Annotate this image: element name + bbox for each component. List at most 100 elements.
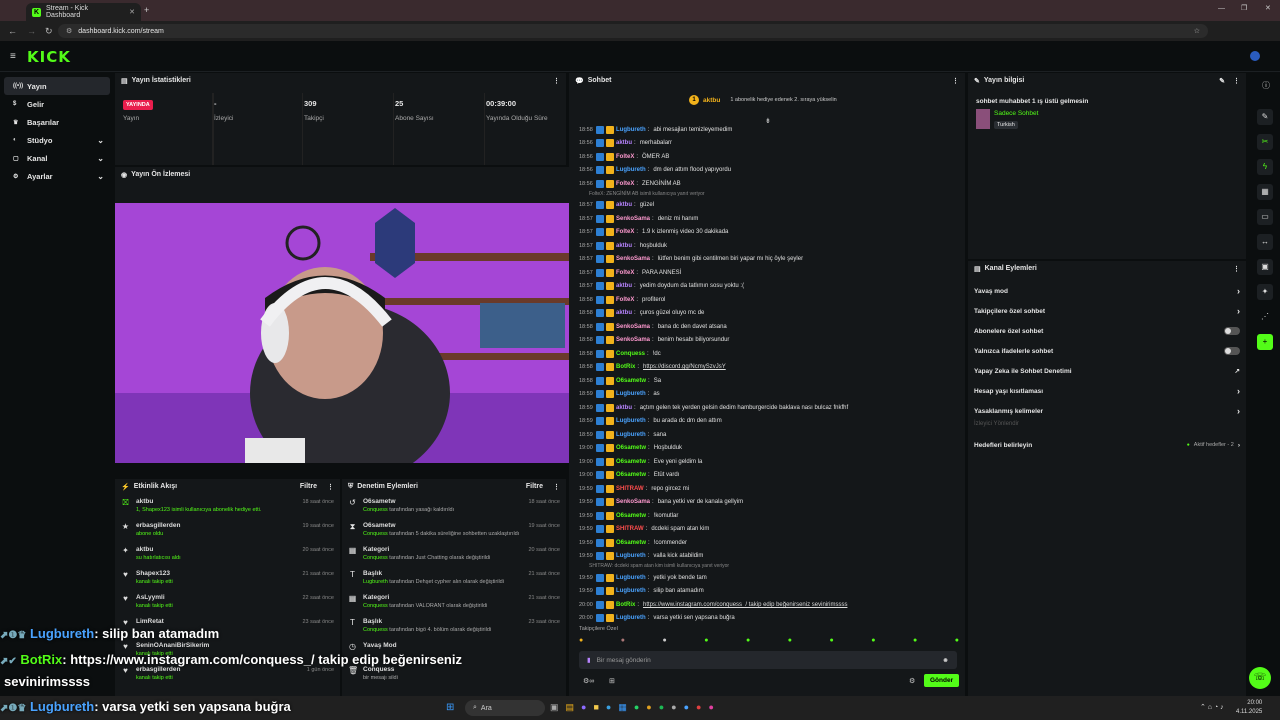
minimize-icon[interactable]: — bbox=[1218, 5, 1225, 12]
info-icon[interactable]: ⓘ bbox=[1262, 80, 1270, 91]
chat-username[interactable]: BotRix bbox=[616, 364, 635, 370]
send-button[interactable]: Gönder bbox=[924, 674, 960, 687]
chat-message[interactable]: 18:59 aktbu: açtım gelen tek yerden gelsin… bbox=[569, 401, 965, 415]
chat-username[interactable]: Lugbureth bbox=[616, 418, 646, 424]
chat-message[interactable]: 19:59 O6sametw: !commender bbox=[569, 536, 965, 550]
chat-message[interactable]: 19:59 SenkoSama: bana yetki ver de kanala … bbox=[569, 496, 965, 510]
chat-message[interactable]: 19:59 Lugbureth: silip ban atamadım bbox=[569, 585, 965, 599]
new-tab-icon[interactable]: + bbox=[144, 5, 149, 15]
channel-action-row[interactable]: Yavaş mod › bbox=[968, 281, 1246, 301]
rail-chat-icon[interactable]: ▭ bbox=[1257, 209, 1273, 225]
back-icon[interactable]: ← bbox=[8, 26, 17, 36]
more-icon[interactable]: ⋮ bbox=[553, 77, 560, 85]
toggle-switch[interactable] bbox=[1224, 327, 1240, 335]
support-chat-icon[interactable]: ☏ bbox=[1249, 667, 1271, 689]
chat-message[interactable]: 18:59 Lugbureth: sana bbox=[569, 428, 965, 442]
moderation-filter-button[interactable]: Filtre bbox=[526, 483, 543, 491]
chat-message[interactable]: 19:00 O6sametw: Eve yeni geldim la bbox=[569, 455, 965, 469]
activity-item[interactable]: ♥ Shapex123 kanalı takip etti 21 saat önce bbox=[115, 567, 340, 591]
chat-message[interactable]: 18:58 O6sametw: Sa bbox=[569, 374, 965, 388]
chat-message[interactable]: 18:57 FolteX:1.9 k izlenmiş video 30 daki… bbox=[569, 226, 965, 240]
url-field[interactable]: ⚙ dashboard.kick.com/stream ☆ bbox=[58, 24, 1208, 38]
emote-icon[interactable]: ● bbox=[788, 637, 792, 647]
chat-message[interactable]: 18:58 Conquess: !dc bbox=[569, 347, 965, 361]
browser-tab[interactable]: K Stream - Kick Dashboard ✕ bbox=[26, 3, 141, 21]
chat-message[interactable]: 18:57 FolteX: PARA ANNESİ bbox=[569, 266, 965, 280]
sidebar-item-5[interactable]: ⚙ Ayarlar ⌄ bbox=[4, 167, 110, 185]
chat-message[interactable]: 18:56 FolteX: ÖMER AB bbox=[569, 150, 965, 164]
chat-username[interactable]: SHITRAW bbox=[616, 486, 644, 492]
chat-message[interactable]: 18:58 SenkoSama: bana dc den davet atsana bbox=[569, 320, 965, 334]
goals-row[interactable]: Hedefleri belirleyin ● Aktif hedefler - 2… bbox=[968, 435, 1246, 455]
chat-username[interactable]: Lugbureth bbox=[616, 391, 646, 397]
bookmark-star-icon[interactable]: ☆ bbox=[1194, 27, 1200, 35]
more-icon[interactable]: ⋮ bbox=[327, 483, 334, 491]
chat-username[interactable]: aktbu bbox=[616, 310, 632, 316]
maximize-icon[interactable]: ❐ bbox=[1241, 4, 1247, 12]
more-icon[interactable]: ⋮ bbox=[553, 483, 560, 491]
app-icon[interactable]: ● bbox=[671, 702, 676, 713]
chat-username[interactable]: O6sametw bbox=[616, 513, 646, 519]
store-icon[interactable]: ▦ bbox=[618, 702, 627, 713]
chat-username[interactable]: SenkoSama bbox=[616, 216, 650, 222]
chat-text[interactable]: https://discord.gg/NcmySzvJsY bbox=[643, 364, 726, 370]
emote-icon[interactable]: ● bbox=[871, 637, 875, 647]
chat-message[interactable]: 18:57 SenkoSama: lütfen benim gibi centilm… bbox=[569, 253, 965, 267]
chat-username[interactable]: Lugbureth bbox=[616, 167, 646, 173]
chat-message[interactable]: 18:58 Lugbureth: abi mesajları temizleyeme… bbox=[569, 123, 965, 137]
app-icon[interactable]: ● bbox=[696, 702, 701, 713]
moderation-item[interactable]: T Başlık Lugbureth tarafından Dehşet cyphe… bbox=[342, 567, 566, 591]
folder-icon[interactable]: ■ bbox=[593, 702, 598, 713]
close-tab-icon[interactable]: ✕ bbox=[129, 8, 135, 16]
chat-username[interactable]: FolteX bbox=[616, 297, 634, 303]
chat-message[interactable]: 19:59 O6sametw: !komutlar bbox=[569, 509, 965, 523]
chat-message[interactable]: 19:59 Lugbureth: yetki yok bende tam bbox=[569, 571, 965, 585]
chat-username[interactable]: O6sametw bbox=[616, 459, 646, 465]
chat-username[interactable]: O6sametw bbox=[616, 445, 646, 451]
kick-logo[interactable]: KICK bbox=[27, 48, 71, 66]
activity-filter-button[interactable]: Filtre bbox=[300, 483, 317, 491]
chat-message[interactable]: 18:58 BotRix: https://discord.gg/NcmySzvJs… bbox=[569, 361, 965, 375]
chat-message[interactable]: 20:00 BotRix: https://www.instagram.com/co… bbox=[569, 598, 965, 612]
chat-message[interactable]: 20:00 Lugbureth: varsa yetki sen yapsana b… bbox=[569, 612, 965, 626]
rail-link-icon[interactable]: ↔ bbox=[1257, 234, 1273, 250]
tray-icons[interactable]: ⌃ ⌂ ◔ ♪ bbox=[1200, 703, 1224, 711]
rail-document-icon[interactable]: ▦ bbox=[1257, 184, 1273, 200]
chat-username[interactable]: FolteX bbox=[616, 154, 634, 160]
rail-tool-icon[interactable]: ✦ bbox=[1257, 284, 1273, 300]
avatar[interactable] bbox=[1250, 51, 1260, 61]
rail-bolt-icon[interactable]: ϟ bbox=[1257, 159, 1273, 175]
chat-username[interactable]: O6sametw bbox=[616, 378, 646, 384]
emote-icon[interactable]: ● bbox=[830, 637, 834, 647]
chat-message[interactable]: 18:56 Lugbureth: dm den attım flood yapıyo… bbox=[569, 164, 965, 178]
chat-username[interactable]: SenkoSama bbox=[616, 337, 650, 343]
chat-message[interactable]: 18:59 Lugbureth: bu arada dc dm den attım bbox=[569, 415, 965, 429]
channel-action-row[interactable]: Abonelere özel sohbet bbox=[968, 321, 1246, 341]
sidebar-item-4[interactable]: ▢ Kanal ⌄ bbox=[4, 149, 110, 167]
rail-share-icon[interactable]: ⋰ bbox=[1257, 309, 1273, 325]
chat-message[interactable]: 18:56 aktbu: merhabalarr bbox=[569, 137, 965, 151]
gift-icon[interactable]: ⊞ bbox=[609, 677, 615, 685]
chrome-icon[interactable]: ● bbox=[646, 702, 651, 713]
chat-username[interactable]: aktbu bbox=[616, 405, 632, 411]
chat-message[interactable]: 19:59 Lugbureth: valla kick atabildim bbox=[569, 550, 965, 564]
chat-username[interactable]: Lugbureth bbox=[616, 615, 646, 621]
activity-item[interactable]: ⛝ aktbu 1, Shapex123 isimli kullanıcıya ab… bbox=[115, 495, 340, 519]
chat-username[interactable]: SenkoSama bbox=[616, 499, 650, 505]
chat-username[interactable]: aktbu bbox=[616, 243, 632, 249]
activity-item[interactable]: ✦ aktbu su hatırlatıcısı aldı 20 saat önce bbox=[115, 543, 340, 567]
emote-icon[interactable]: ● bbox=[704, 637, 708, 647]
chat-message[interactable]: 18:57 aktbu: yedim doydum da tatlımın sosu… bbox=[569, 280, 965, 294]
rail-store-icon[interactable]: ▣ bbox=[1257, 259, 1273, 275]
chat-settings-icon[interactable]: ⚙∞ bbox=[583, 677, 594, 685]
chat-username[interactable]: Lugbureth bbox=[616, 575, 646, 581]
sidebar-item-0[interactable]: ((•)) Yayın bbox=[4, 77, 110, 95]
activity-item[interactable]: ♥ AsLyymli kanalı takip etti 22 saat önce bbox=[115, 591, 340, 615]
video-preview[interactable] bbox=[115, 203, 576, 463]
chat-message[interactable]: 19:59 SHITRAW: dcdeki spam atan kim bbox=[569, 523, 965, 537]
gift-leaderboard[interactable]: 1 aktbu 1 abonelik hediye edenek 2. sıra… bbox=[689, 95, 837, 105]
moderation-item[interactable]: ↺ O6sametw Conquess tarafından yasağı kald… bbox=[342, 495, 566, 519]
whatsapp-icon[interactable]: ● bbox=[634, 702, 639, 713]
moderation-item[interactable]: ▦ Kategori Conquess tarafından VALORANT ol… bbox=[342, 591, 566, 615]
taskbar-search[interactable]: ⌕ Ara bbox=[465, 700, 545, 716]
